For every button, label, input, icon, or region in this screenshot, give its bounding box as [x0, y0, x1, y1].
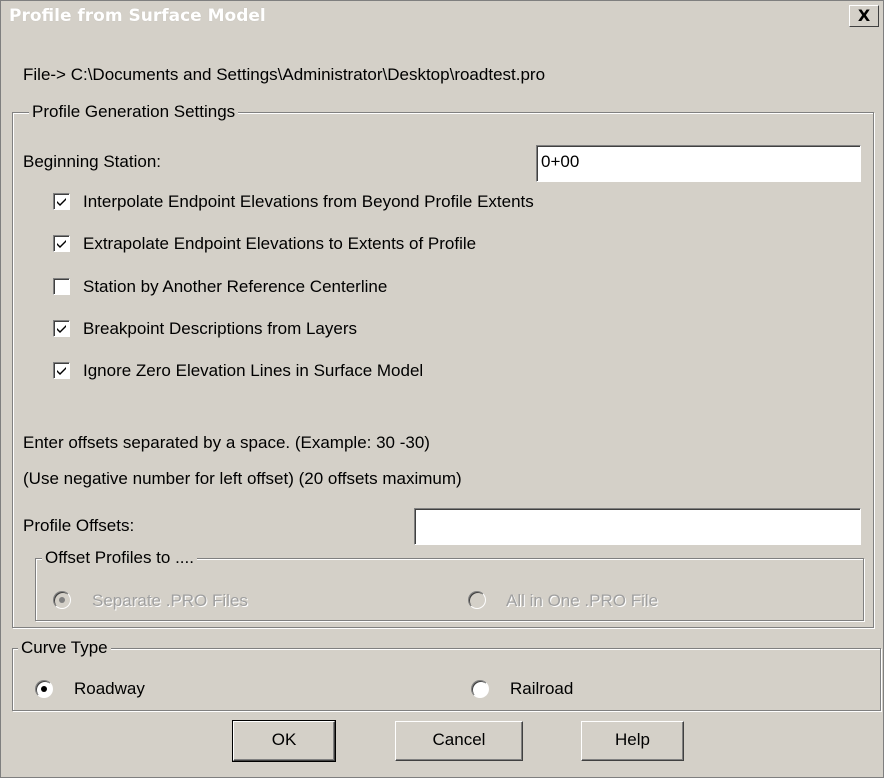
help-button[interactable]: Help — [581, 721, 684, 761]
offset-profiles-group-label: Offset Profiles to .... — [42, 548, 197, 568]
interpolate-endpoints-label: Interpolate Endpoint Elevations from Bey… — [83, 192, 534, 211]
railroad-label: Railroad — [510, 679, 574, 698]
offset-instructions-line-1: Enter offsets separated by a space. (Exa… — [23, 433, 430, 452]
ignore-zero-elevation-checkbox[interactable] — [53, 362, 70, 379]
ok-button[interactable]: OK — [232, 720, 336, 762]
dialog-window: Profile from Surface Model X File-> C:\D… — [0, 0, 884, 778]
interpolate-endpoints-checkbox[interactable] — [53, 193, 70, 210]
roadway-label: Roadway — [74, 679, 145, 698]
station-by-reference-checkbox[interactable] — [53, 278, 70, 295]
extrapolate-endpoints-checkbox[interactable] — [53, 235, 70, 252]
ignore-zero-elevation-label: Ignore Zero Elevation Lines in Surface M… — [83, 361, 424, 380]
breakpoint-descriptions-checkbox[interactable] — [53, 320, 70, 337]
breakpoint-descriptions-label: Breakpoint Descriptions from Layers — [83, 319, 358, 338]
separate-pro-files-label: Separate .PRO Files — [92, 591, 248, 610]
beginning-station-label: Beginning Station: — [23, 152, 161, 171]
profile-offsets-label: Profile Offsets: — [23, 516, 135, 535]
checkmark-icon — [57, 240, 66, 248]
extrapolate-endpoints-label: Extrapolate Endpoint Elevations to Exten… — [83, 234, 477, 253]
roadway-radio[interactable] — [35, 680, 53, 698]
radio-selected-dot — [59, 597, 65, 603]
checkmark-icon — [57, 325, 66, 333]
window-title: Profile from Surface Model — [9, 6, 266, 26]
radio-selected-dot — [41, 686, 47, 692]
checkmark-icon — [57, 367, 66, 375]
all-in-one-pro-label: All in One .PRO File — [506, 591, 659, 610]
all-in-one-pro-radio[interactable] — [468, 591, 486, 609]
close-icon: X — [857, 6, 871, 25]
separate-pro-files-radio[interactable] — [53, 591, 71, 609]
station-by-reference-label: Station by Another Reference Centerline — [83, 277, 388, 296]
title-bar[interactable]: Profile from Surface Model X — [1, 1, 883, 31]
profile-generation-group-label: Profile Generation Settings — [29, 102, 239, 122]
close-button[interactable]: X — [849, 5, 879, 27]
railroad-radio[interactable] — [471, 680, 489, 698]
beginning-station-input[interactable]: 0+00 — [536, 145, 861, 182]
checkmark-icon — [57, 198, 66, 206]
cancel-button[interactable]: Cancel — [395, 721, 523, 761]
profile-offsets-input[interactable] — [414, 508, 861, 545]
curve-type-group-label: Curve Type — [18, 638, 111, 658]
offset-instructions-line-2: (Use negative number for left offset) (2… — [23, 469, 462, 488]
file-path-label: File-> C:\Documents and Settings\Adminis… — [23, 65, 546, 84]
